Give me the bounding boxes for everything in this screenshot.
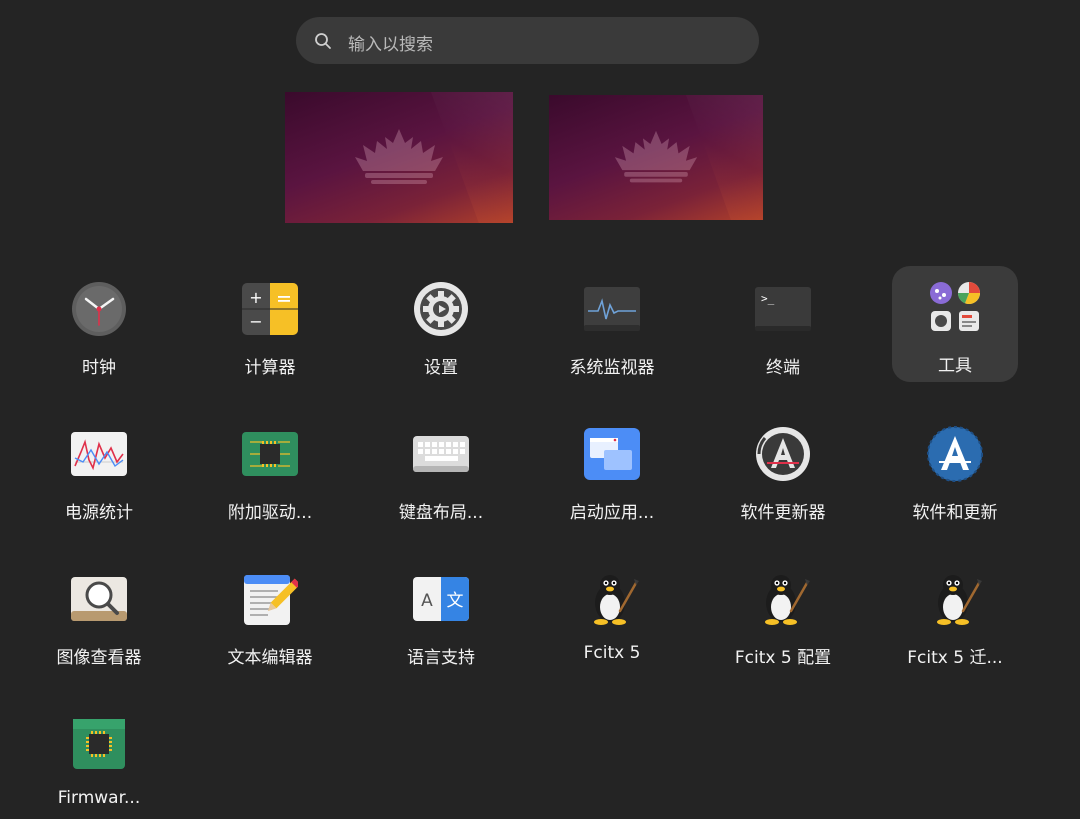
workspace-thumbnail-2[interactable] (549, 95, 763, 220)
app-settings[interactable]: 设置 (378, 268, 504, 384)
penguin-icon (754, 570, 812, 628)
penguin-icon (926, 570, 984, 628)
app-label: Fcitx 5 配置 (734, 648, 832, 668)
app-image-viewer[interactable]: 图像查看器 (36, 558, 162, 674)
workspace-thumbnail-1[interactable] (285, 92, 513, 223)
app-label: 设置 (424, 358, 458, 378)
svg-text:A: A (421, 591, 433, 611)
svg-text:>_: >_ (761, 292, 775, 305)
folder-grid-icon (926, 278, 984, 336)
svg-text:文: 文 (447, 591, 464, 611)
text-editor-icon (241, 570, 299, 628)
app-label: 键盘布局... (398, 503, 484, 523)
app-firmware[interactable]: Firmwar... (36, 703, 162, 819)
app-additional-drivers[interactable]: 附加驱动... (207, 413, 333, 529)
svg-text:−: − (249, 312, 262, 331)
app-label: 语言支持 (407, 648, 475, 668)
app-startup-applications[interactable]: 启动应用... (549, 413, 675, 529)
calculator-icon: + − (241, 280, 299, 338)
app-label: Fcitx 5 迁... (907, 648, 1003, 668)
power-statistics-icon (70, 425, 128, 483)
language-icon: A 文 (412, 570, 470, 628)
penguin-icon (583, 570, 641, 628)
chip-icon (70, 715, 128, 773)
search-placeholder: 输入以搜索 (348, 35, 433, 55)
app-text-editor[interactable]: 文本编辑器 (207, 558, 333, 674)
app-folder-utilities[interactable]: 工具 (892, 266, 1018, 382)
search-icon (315, 33, 331, 49)
app-calculator[interactable]: + − 计算器 (207, 268, 333, 384)
app-label: 文本编辑器 (227, 648, 313, 668)
app-terminal[interactable]: >_ 终端 (720, 268, 846, 384)
app-label: 启动应用... (569, 503, 655, 523)
app-keyboard-layout[interactable]: 键盘布局... (378, 413, 504, 529)
app-power-statistics[interactable]: 电源统计 (36, 413, 162, 529)
app-label: Firmwar... (57, 788, 141, 808)
app-software-and-updates[interactable]: 软件和更新 (892, 413, 1018, 529)
app-label: 图像查看器 (56, 648, 142, 668)
app-label: 工具 (938, 356, 972, 376)
app-fcitx5-migrator[interactable]: Fcitx 5 迁... (892, 558, 1018, 674)
startup-apps-icon (583, 425, 641, 483)
app-label: 附加驱动... (227, 503, 313, 523)
app-fcitx5-config[interactable]: Fcitx 5 配置 (720, 558, 846, 674)
app-software-updater[interactable]: 软件更新器 (720, 413, 846, 529)
chip-icon (241, 425, 299, 483)
terminal-icon: >_ (754, 280, 812, 338)
app-label: 终端 (766, 358, 800, 378)
app-label: 系统监视器 (569, 358, 655, 378)
system-monitor-icon (583, 280, 641, 338)
software-and-updates-icon (926, 425, 984, 483)
search-bar[interactable]: 输入以搜索 (296, 17, 759, 64)
image-viewer-icon (70, 570, 128, 628)
app-label: 软件和更新 (912, 503, 998, 523)
app-label: 计算器 (244, 358, 296, 378)
ubuntu-crown-logo (614, 130, 698, 182)
gear-icon (412, 280, 470, 338)
svg-text:+: + (249, 288, 262, 307)
clock-icon (70, 280, 128, 338)
app-system-monitor[interactable]: 系统监视器 (549, 268, 675, 384)
app-clock[interactable]: 时钟 (36, 268, 162, 384)
keyboard-icon (412, 425, 470, 483)
app-label: 电源统计 (65, 503, 133, 523)
app-language-support[interactable]: A 文 语言支持 (378, 558, 504, 674)
app-label: 时钟 (82, 358, 116, 378)
software-updater-icon (754, 425, 812, 483)
app-fcitx5[interactable]: Fcitx 5 (549, 558, 675, 674)
ubuntu-crown-logo (355, 128, 443, 184)
app-label: Fcitx 5 (583, 643, 641, 663)
app-label: 软件更新器 (740, 503, 826, 523)
